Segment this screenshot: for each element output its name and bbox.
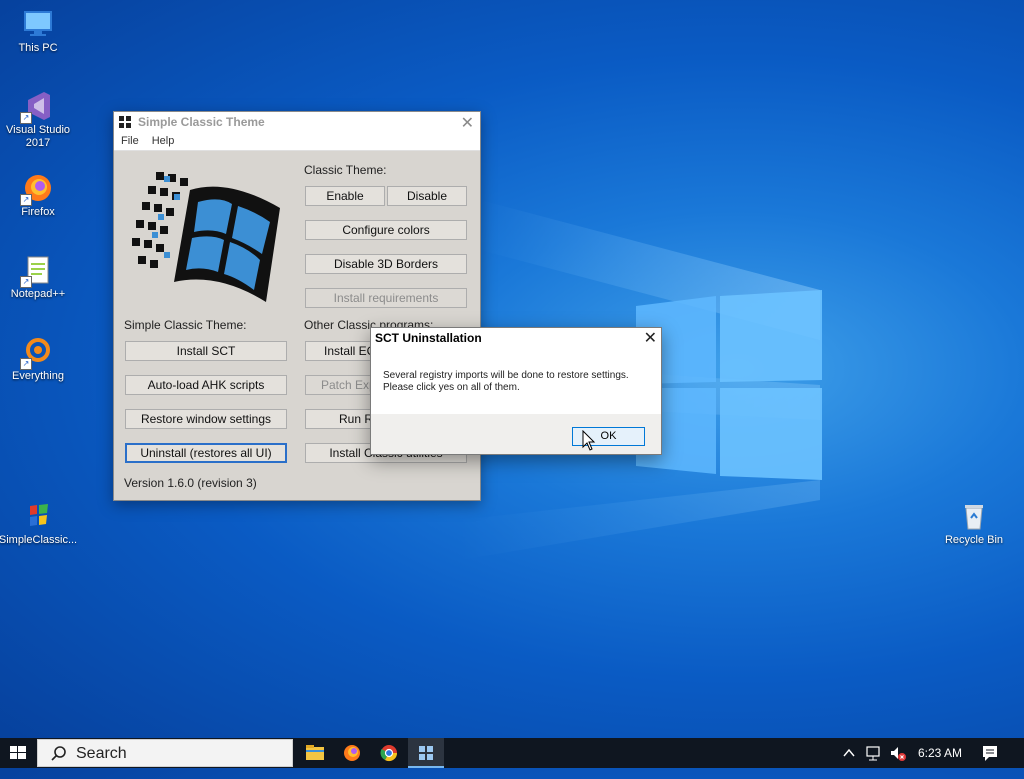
autoload-ahk-button[interactable]: Auto-load AHK scripts: [125, 375, 287, 395]
search-placeholder: Search: [76, 745, 127, 762]
configure-colors-button[interactable]: Configure colors: [305, 220, 467, 240]
desktop-icon-this-pc[interactable]: This PC: [0, 8, 78, 55]
app-icon: [119, 116, 131, 128]
shortcut-arrow-icon: ↗: [20, 112, 32, 124]
notifications-icon[interactable]: [980, 738, 1000, 768]
desktop-icon-label: Firefox: [21, 206, 55, 218]
desktop-icon-label: Visual Studio 2017: [6, 124, 71, 149]
search-icon: [51, 746, 66, 761]
shortcut-arrow-icon: ↗: [20, 358, 32, 370]
close-icon[interactable]: ✕: [644, 328, 657, 348]
network-icon[interactable]: [864, 738, 882, 768]
classic-theme-label: Classic Theme:: [304, 163, 387, 177]
menu-help[interactable]: Help: [152, 135, 175, 147]
desktop-icon-label: SimpleClassic...: [0, 534, 78, 546]
desktop-icon-label: This PC: [18, 42, 58, 54]
computer-icon: [22, 8, 54, 40]
desktop-icon-firefox[interactable]: ↗ Firefox: [0, 172, 78, 219]
window-title: Simple Classic Theme: [138, 115, 265, 129]
menu-bar: File Help: [114, 132, 480, 151]
folder-icon: [306, 745, 324, 760]
clock[interactable]: 6:23 AM: [918, 738, 962, 768]
taskbar-file-explorer[interactable]: [297, 738, 333, 768]
shortcut-arrow-icon: ↗: [20, 194, 32, 206]
everything-search-icon: ↗: [20, 336, 54, 370]
desktop-icon-notepadpp[interactable]: ↗ Notepad++: [0, 254, 78, 301]
recycle-bin-icon: [958, 500, 990, 532]
uninstall-button[interactable]: Uninstall (restores all UI): [125, 443, 287, 463]
desktop-icon-label: Recycle Bin: [944, 534, 1004, 546]
menu-file[interactable]: File: [121, 135, 139, 147]
firefox-icon: [344, 745, 360, 761]
simple-classic-theme-label: Simple Classic Theme:: [124, 318, 247, 332]
desktop-icon-label: Notepad++: [10, 288, 66, 300]
mouse-cursor-icon: [582, 430, 596, 451]
volume-muted-icon[interactable]: [888, 738, 908, 768]
windows-logo-icon: [132, 172, 280, 302]
uninstall-dialog: SCT Uninstallation ✕ Several registry im…: [370, 327, 662, 455]
visual-studio-icon: ↗: [20, 90, 54, 124]
chrome-icon: [380, 745, 398, 762]
disable-3d-borders-button[interactable]: Disable 3D Borders: [305, 254, 467, 274]
taskbar-firefox[interactable]: [334, 738, 370, 768]
sct-titlebar[interactable]: Simple Classic Theme ✕: [114, 112, 480, 132]
install-sct-button[interactable]: Install SCT: [125, 341, 287, 361]
close-icon[interactable]: ✕: [461, 113, 474, 133]
dialog-message-line2: Please click yes on all of them.: [383, 382, 520, 393]
tray-chevron-up-icon[interactable]: [842, 738, 856, 768]
taskbar-chrome[interactable]: [371, 738, 407, 768]
dialog-message-line1: Several registry imports will be done to…: [383, 370, 629, 381]
windows-start-icon: [10, 746, 26, 759]
enable-button[interactable]: Enable: [305, 186, 385, 206]
desktop-icon-visual-studio[interactable]: ↗ Visual Studio 2017: [0, 90, 78, 150]
start-button[interactable]: [0, 738, 36, 768]
desktop-icon-label: Everything: [12, 370, 64, 382]
windows-flag-icon: [22, 500, 54, 532]
dialog-message: Several registry imports will be done to…: [383, 370, 629, 394]
restore-window-settings-button[interactable]: Restore window settings: [125, 409, 287, 429]
taskbar-simple-classic-theme[interactable]: [408, 738, 444, 768]
shortcut-arrow-icon: ↗: [20, 276, 32, 288]
desktop-icon-everything[interactable]: ↗ Everything: [0, 336, 78, 383]
desktop-icon-simpleclassic[interactable]: SimpleClassic...: [0, 500, 78, 547]
version-label: Version 1.6.0 (revision 3): [124, 476, 257, 490]
disable-button[interactable]: Disable: [387, 186, 467, 206]
taskbar: Search 6:23 AM: [0, 738, 1024, 768]
sct-app-icon: [419, 746, 433, 760]
firefox-icon: ↗: [20, 172, 54, 206]
search-box[interactable]: Search: [37, 739, 293, 767]
desktop-icon-recycle-bin[interactable]: Recycle Bin: [934, 500, 1014, 547]
notepadpp-icon: ↗: [20, 254, 54, 288]
install-requirements-button[interactable]: Install requirements: [305, 288, 467, 308]
dialog-title: SCT Uninstallation: [375, 331, 482, 345]
